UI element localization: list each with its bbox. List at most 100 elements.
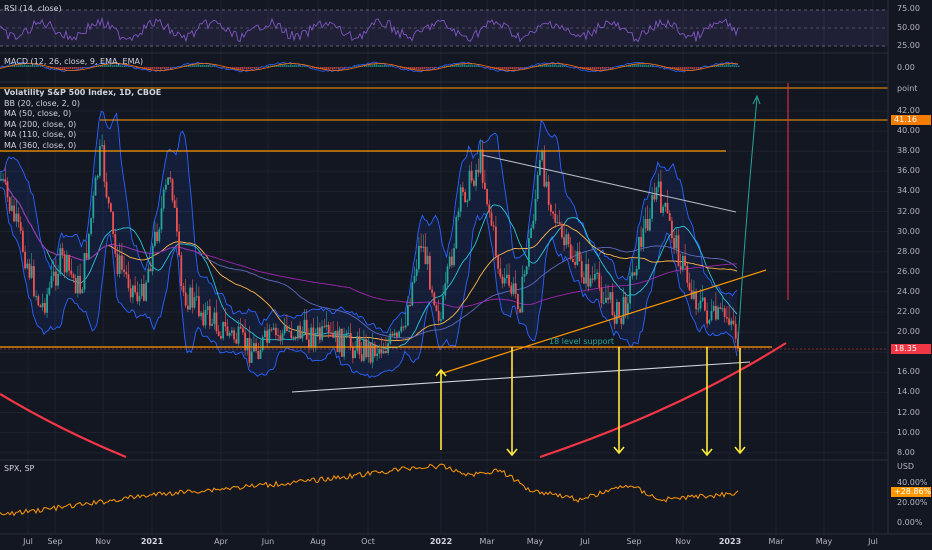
macd-bar bbox=[516, 67, 518, 69]
candle-body bbox=[187, 305, 189, 310]
macd-bar bbox=[330, 67, 332, 69]
candle-body bbox=[68, 255, 70, 271]
candle-body bbox=[710, 310, 713, 321]
candle-body bbox=[633, 272, 636, 276]
candle-body bbox=[261, 336, 264, 351]
candle-body bbox=[481, 149, 484, 183]
macd-label[interactable]: MACD (12, 26, close, 9, EMA, EMA) bbox=[4, 57, 143, 66]
legend-title[interactable]: Volatility S&P 500 Index, 1D, CBOE bbox=[4, 88, 161, 99]
candle-body bbox=[237, 326, 240, 344]
legend-ma360[interactable]: MA (360, close, 0) bbox=[4, 141, 161, 152]
candle-body bbox=[235, 339, 238, 344]
macd-bar bbox=[70, 67, 72, 69]
candle-body bbox=[224, 321, 227, 327]
candle-body bbox=[673, 238, 675, 249]
candle-body bbox=[607, 297, 609, 300]
time-axis-label: Jul bbox=[580, 537, 590, 546]
macd-bar bbox=[376, 64, 378, 67]
macd-bar bbox=[198, 64, 200, 67]
candle-body bbox=[525, 266, 528, 274]
candle-body bbox=[248, 337, 251, 363]
candle-body bbox=[506, 274, 508, 278]
legend-bb[interactable]: BB (20, close, 2, 0) bbox=[4, 99, 161, 110]
macd-bar bbox=[242, 67, 244, 70]
price-axis-label: 40.00 bbox=[897, 126, 920, 136]
macd-bar bbox=[508, 67, 510, 70]
macd-bar bbox=[466, 64, 468, 67]
candle-body bbox=[259, 350, 262, 359]
macd-bar bbox=[284, 64, 286, 67]
legend-ma200[interactable]: MA (200, close, 0) bbox=[4, 120, 161, 131]
candle-body bbox=[547, 181, 550, 205]
macd-bar bbox=[428, 67, 430, 69]
candle-body bbox=[514, 283, 517, 294]
candle-body bbox=[688, 282, 691, 291]
candle-body bbox=[24, 251, 26, 269]
candle-body bbox=[83, 253, 86, 290]
candle-body bbox=[270, 329, 273, 331]
macd-bar bbox=[456, 65, 458, 67]
rsi-axis-75: 75.00 bbox=[897, 4, 920, 13]
candle-body bbox=[281, 333, 284, 341]
support-annotation[interactable]: 18 level support bbox=[549, 337, 614, 346]
macd-bar bbox=[598, 67, 600, 70]
candle-body bbox=[105, 181, 108, 198]
candle-body bbox=[651, 195, 653, 219]
macd-bar bbox=[650, 65, 652, 67]
candle-body bbox=[215, 312, 218, 332]
candle-body bbox=[189, 287, 191, 310]
macd-bar bbox=[38, 66, 40, 67]
candle-body bbox=[424, 246, 427, 265]
macd-bar bbox=[728, 64, 730, 67]
price-axis-label: 34.00 bbox=[897, 186, 920, 196]
macd-bar bbox=[558, 64, 560, 67]
candle-body bbox=[690, 290, 693, 299]
candle-body bbox=[594, 273, 596, 280]
macd-bar bbox=[280, 65, 282, 67]
macd-bar bbox=[430, 67, 432, 69]
macd-bar bbox=[594, 67, 596, 70]
macd-bar bbox=[642, 64, 644, 67]
macd-bar bbox=[638, 64, 640, 67]
time-axis-label: Jul bbox=[868, 537, 878, 546]
macd-bar bbox=[548, 64, 550, 67]
macd-bar bbox=[722, 64, 724, 67]
candle-body bbox=[389, 333, 392, 344]
candle-body bbox=[701, 297, 704, 301]
candle-body bbox=[576, 251, 579, 265]
chart-canvas[interactable] bbox=[0, 0, 932, 550]
candle-body bbox=[55, 271, 57, 286]
spx-label[interactable]: SPX, SP bbox=[4, 464, 34, 473]
candle-body bbox=[0, 179, 2, 181]
macd-bar bbox=[310, 67, 312, 68]
macd-bar bbox=[696, 67, 698, 69]
macd-bar bbox=[234, 67, 236, 69]
candle-body bbox=[528, 238, 530, 267]
candle-body bbox=[616, 301, 618, 324]
macd-bar bbox=[354, 66, 356, 67]
macd-bar bbox=[596, 67, 598, 70]
candle-body bbox=[431, 289, 433, 293]
macd-bar bbox=[206, 64, 208, 67]
macd-bar bbox=[134, 67, 136, 68]
macd-bar bbox=[156, 67, 158, 70]
candle-body bbox=[44, 303, 46, 313]
macd-bar bbox=[152, 67, 154, 69]
rsi-label[interactable]: RSI (14, close) bbox=[4, 4, 62, 13]
candle-body bbox=[501, 276, 504, 284]
macd-bar bbox=[506, 67, 508, 70]
candle-body bbox=[138, 296, 141, 302]
main-legend: Volatility S&P 500 Index, 1D, CBOE BB (2… bbox=[4, 88, 161, 151]
candle-body bbox=[303, 319, 306, 333]
candle-body bbox=[666, 202, 669, 214]
macd-bar bbox=[212, 65, 214, 67]
candle-body bbox=[132, 285, 134, 298]
legend-ma50[interactable]: MA (50, close, 0) bbox=[4, 109, 161, 120]
legend-ma110[interactable]: MA (110, close, 0) bbox=[4, 130, 161, 141]
candle-body bbox=[17, 213, 20, 223]
candle-body bbox=[704, 297, 706, 311]
candle-body bbox=[228, 333, 231, 336]
candle-body bbox=[305, 319, 308, 340]
macd-bar bbox=[476, 65, 478, 67]
macd-bar bbox=[336, 67, 338, 69]
